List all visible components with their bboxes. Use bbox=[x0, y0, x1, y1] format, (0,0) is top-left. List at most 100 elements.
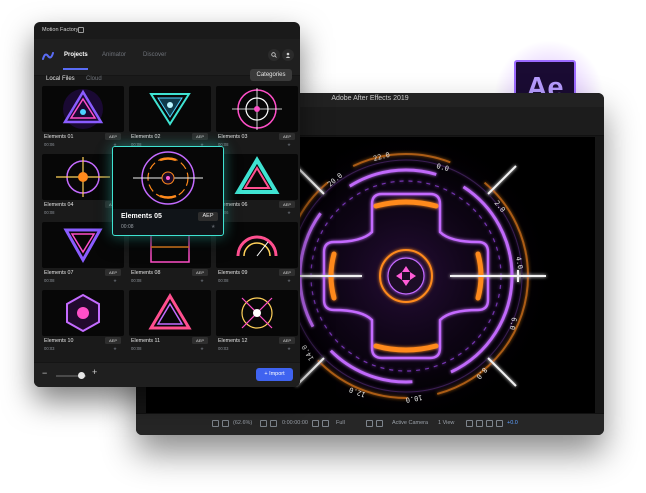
aep-badge: AEP bbox=[105, 269, 121, 276]
element-name: Elements 07 bbox=[44, 270, 74, 276]
fast-preview-icon[interactable] bbox=[476, 420, 483, 427]
glowing-triangle-icon bbox=[148, 293, 192, 330]
aep-badge: AEP bbox=[279, 201, 295, 208]
element-duration: 00:06 bbox=[44, 142, 55, 147]
starburst-icon bbox=[241, 297, 273, 329]
element-name: Elements 10 bbox=[44, 338, 74, 344]
element-duration: 00:08 bbox=[44, 278, 55, 283]
hud-circle-icon bbox=[133, 151, 203, 205]
region-icon[interactable] bbox=[366, 420, 373, 427]
favorite-icon[interactable]: ★ bbox=[200, 346, 204, 352]
aep-badge: AEP bbox=[105, 133, 121, 140]
element-thumbnail bbox=[129, 86, 211, 132]
zoom-in-button[interactable]: + bbox=[92, 367, 97, 377]
aep-badge: AEP bbox=[279, 269, 295, 276]
element-card[interactable]: Elements 09 00:08 AEP ★ bbox=[216, 222, 298, 284]
tab-projects[interactable]: Projects bbox=[64, 52, 88, 58]
favorite-icon[interactable]: ★ bbox=[211, 224, 215, 230]
element-thumbnail bbox=[42, 290, 124, 336]
motion-factory-logo-icon bbox=[42, 52, 54, 60]
lock-icon bbox=[78, 27, 84, 33]
camera-select[interactable]: Active Camera bbox=[392, 420, 428, 426]
element-name: Elements 08 bbox=[131, 270, 161, 276]
favorite-icon[interactable]: ★ bbox=[287, 346, 291, 352]
favorite-icon[interactable]: ★ bbox=[113, 346, 117, 352]
element-card[interactable]: Elements 03 00:08 AEP ★ bbox=[216, 86, 298, 148]
element-duration: 00:08 bbox=[44, 210, 55, 215]
aep-badge: AEP bbox=[192, 269, 208, 276]
zoom-out-button[interactable]: − bbox=[42, 368, 47, 378]
featured-thumbnail bbox=[113, 147, 223, 209]
element-card[interactable]: Elements 12 00:03 AEP ★ bbox=[216, 290, 298, 352]
user-icon bbox=[285, 52, 291, 58]
triangle-portal-icon bbox=[62, 89, 104, 129]
element-name: Elements 02 bbox=[131, 134, 161, 140]
categories-button[interactable]: Categories bbox=[250, 69, 292, 81]
tab-local-files[interactable]: Local Files bbox=[46, 76, 75, 82]
favorite-icon[interactable]: ★ bbox=[113, 278, 117, 284]
element-duration: 00:08 bbox=[131, 346, 142, 351]
flowchart-icon[interactable] bbox=[486, 420, 493, 427]
panel-bottom-bar: − + + Import bbox=[34, 362, 300, 387]
favorite-icon[interactable]: ★ bbox=[287, 210, 291, 216]
featured-element-name: Elements 05 bbox=[121, 213, 162, 220]
import-button[interactable]: + Import bbox=[256, 368, 293, 381]
favorite-icon[interactable]: ★ bbox=[287, 278, 291, 284]
snapshot-icon[interactable] bbox=[212, 420, 219, 427]
element-card[interactable]: Elements 02 00:08 AEP ★ bbox=[129, 86, 211, 148]
inverted-triangle-icon bbox=[149, 93, 191, 126]
element-duration: 00:03 bbox=[44, 346, 55, 351]
element-thumbnail bbox=[42, 86, 124, 132]
active-tab-indicator bbox=[63, 68, 88, 70]
aep-badge: AEP bbox=[279, 337, 295, 344]
timecode[interactable]: 0:00:00:00 bbox=[282, 420, 308, 426]
penrose-triangle-icon bbox=[234, 156, 280, 194]
tab-animator[interactable]: Animator bbox=[102, 52, 126, 58]
zoom-level[interactable]: (62.6%) bbox=[233, 420, 252, 426]
camera-icon[interactable] bbox=[312, 420, 319, 427]
mask-icon[interactable] bbox=[270, 420, 277, 427]
reset-exposure-icon[interactable] bbox=[496, 420, 503, 427]
search-icon bbox=[271, 52, 277, 58]
resolution-select[interactable]: Full bbox=[336, 420, 345, 426]
aep-badge: AEP bbox=[192, 133, 208, 140]
favorite-icon[interactable]: ★ bbox=[200, 278, 204, 284]
account-button[interactable] bbox=[282, 49, 294, 61]
color-channel-icon[interactable] bbox=[322, 420, 329, 427]
element-duration: 00:08 bbox=[131, 278, 142, 283]
tab-discover[interactable]: Discover bbox=[143, 52, 166, 58]
aep-badge: AEP bbox=[279, 133, 295, 140]
element-thumbnail bbox=[216, 86, 298, 132]
tab-cloud[interactable]: Cloud bbox=[86, 76, 102, 82]
aep-badge: AEP bbox=[192, 337, 208, 344]
hexagon-orb-icon bbox=[66, 293, 100, 333]
element-card[interactable]: Elements 06 00:06 AEP ★ bbox=[216, 154, 298, 216]
target-ring-icon bbox=[232, 88, 282, 130]
element-card[interactable]: Elements 01 00:06 AEP ★ bbox=[42, 86, 124, 148]
element-thumbnail bbox=[216, 222, 298, 268]
view-layout-select[interactable]: 1 View bbox=[438, 420, 454, 426]
element-card[interactable]: Elements 10 00:03 AEP ★ bbox=[42, 290, 124, 352]
featured-element-card[interactable]: Elements 05 00:08 AEP ★ bbox=[112, 146, 224, 236]
half-circle-gauge-icon bbox=[236, 235, 278, 257]
transparency-grid-icon[interactable] bbox=[376, 420, 383, 427]
monitor-icon[interactable] bbox=[222, 420, 229, 427]
favorite-icon[interactable]: ★ bbox=[287, 142, 291, 148]
element-card[interactable]: Elements 11 00:08 AEP ★ bbox=[129, 290, 211, 352]
element-duration: 00:08 bbox=[218, 278, 229, 283]
panel-title: Motion Factory bbox=[42, 27, 79, 33]
element-name: Elements 03 bbox=[218, 134, 248, 140]
featured-aep-badge: AEP bbox=[198, 212, 218, 221]
toggle-pixel-icon[interactable] bbox=[466, 420, 473, 427]
element-name: Elements 12 bbox=[218, 338, 248, 344]
aep-badge: AEP bbox=[105, 337, 121, 344]
grid-icon[interactable] bbox=[260, 420, 267, 427]
exposure-value[interactable]: +0.0 bbox=[507, 420, 518, 426]
search-button[interactable] bbox=[268, 49, 280, 61]
element-thumbnail bbox=[216, 154, 298, 200]
element-name: Elements 09 bbox=[218, 270, 248, 276]
slider-handle[interactable] bbox=[78, 372, 85, 379]
viewer-footer-bar: (62.6%) 0:00:00:00 Full Active Camera 1 … bbox=[136, 413, 604, 435]
element-name: Elements 01 bbox=[44, 134, 74, 140]
featured-element-duration: 00:08 bbox=[121, 224, 134, 230]
